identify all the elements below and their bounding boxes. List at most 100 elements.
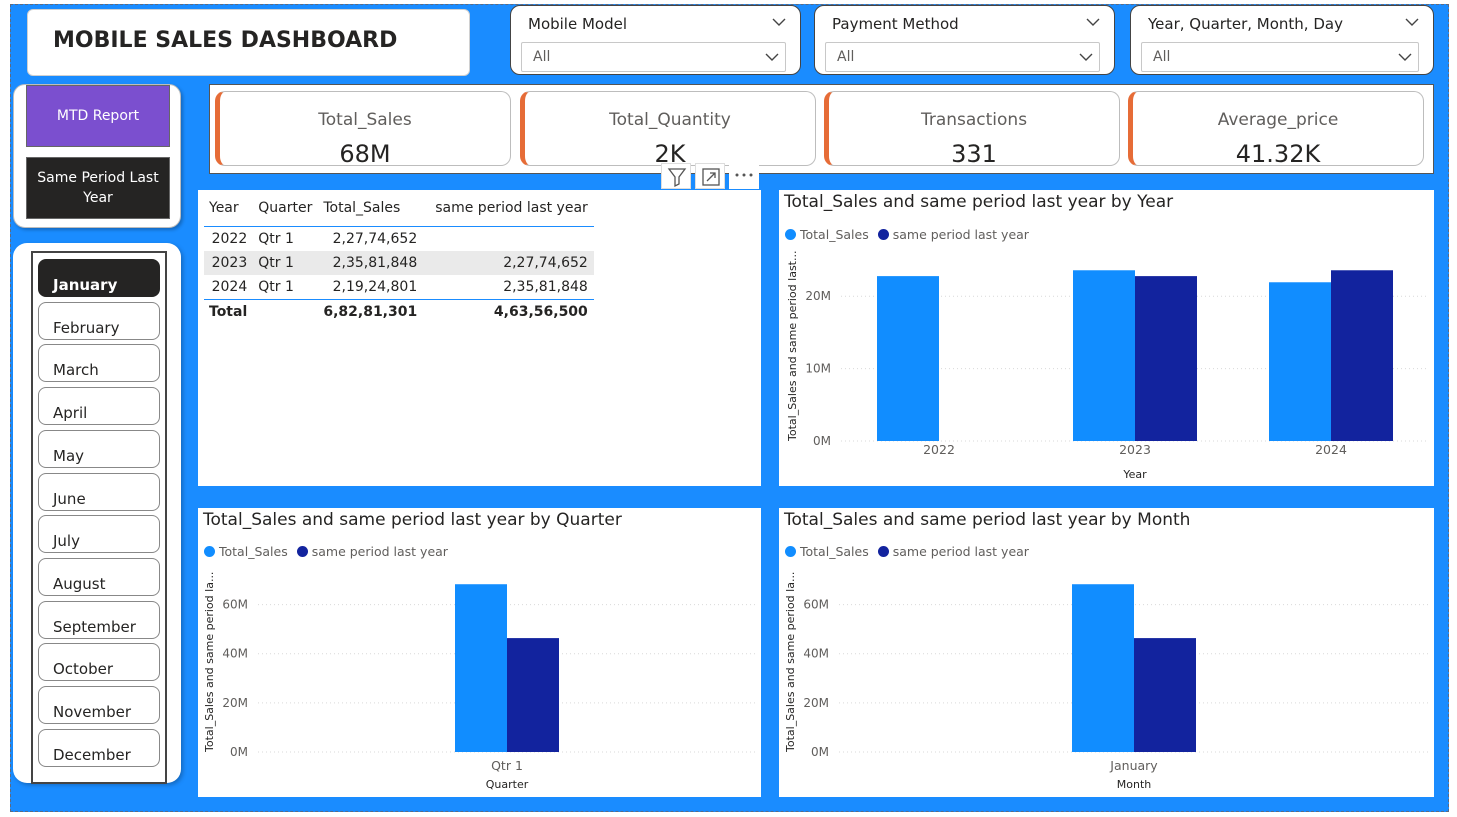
year-bar-chart: 0M 10M 20M Total_Sales and same period last… [786,251,1429,481]
table-row: 2024 Qtr 1 2,19,24,801 2,35,81,848 [204,275,594,300]
chevron-down-icon[interactable] [1086,15,1100,29]
mobile-model-slicer[interactable]: Mobile Model All [510,5,801,75]
chevron-down-icon[interactable] [772,15,786,29]
payment-method-slicer[interactable]: Payment Method All [814,5,1115,75]
table-cell: 2,27,74,652 [332,231,418,247]
focus-mode-icon[interactable] [695,163,725,189]
x-tick-label: 2024 [1315,442,1347,457]
month-option-january[interactable]: January [38,259,160,297]
month-option-may[interactable]: May [38,429,160,468]
table-cell: 2023 [204,251,254,275]
column-header[interactable]: same period last year [423,195,594,227]
mobile-model-dropdown[interactable]: All [521,42,786,72]
month-option-august[interactable]: August [38,557,160,596]
y-axis-title: Total_Sales and same period la... [784,572,797,753]
sales-table: Year Quarter Total_Sales same period las… [204,195,594,324]
x-axis-title: Quarter [486,778,529,791]
x-tick-label: January [1109,758,1158,773]
chart-by-month-panel[interactable]: Total_Sales and same period last year by… [779,508,1434,797]
kpi-label: Total_Sales [318,110,412,130]
chevron-down-icon[interactable] [1079,50,1093,64]
y-tick-label: 60M [222,598,248,612]
slicer-value: All [533,49,551,65]
y-tick-label: 10M [805,362,831,376]
table-cell: 2,35,81,848 [503,279,588,295]
same-period-last-year-button[interactable]: Same Period Last Year [26,157,170,219]
visual-header-toolbar [661,163,760,189]
month-option-october[interactable]: October [38,643,160,682]
chart-by-quarter-panel[interactable]: Total_Sales and same period last year by… [198,508,761,797]
slicer-header: Year, Quarter, Month, Day [1148,15,1343,33]
kpi-card-average-price: Average_price 41.32K [1128,91,1424,168]
table-cell: 2,19,24,801 [332,279,418,295]
column-header[interactable]: Total_Sales [318,195,424,227]
table-cell [423,227,594,252]
y-axis-title: Total_Sales and same period la... [203,572,216,753]
slicer-header: Payment Method [832,15,959,33]
bar-total-sales-2022 [877,276,939,441]
month-option-june[interactable]: June [38,472,160,511]
bar-same-period-last-year-2023 [1135,276,1197,441]
y-tick-label: 40M [803,647,829,661]
more-options-icon[interactable] [729,163,759,189]
table-row: 2023 Qtr 1 2,35,81,848 2,27,74,652 [204,251,594,275]
table-total-row: Total 6,82,81,301 4,63,56,500 [204,299,594,324]
kpi-row: Total_Sales 68M Total_Quantity 2K Transa… [209,84,1434,174]
month-slicer: January February March April May June July Augu… [31,251,167,784]
column-header[interactable]: Year [204,195,254,227]
month-option-december[interactable]: December [38,728,160,767]
slicer-value: All [1153,49,1171,65]
table-cell: Qtr 1 [258,279,294,295]
table-cell: 4,63,56,500 [423,299,594,324]
kpi-card-total-quantity: Total_Quantity 2K [520,91,816,168]
date-hierarchy-dropdown[interactable]: All [1141,42,1419,72]
quarter-bar-chart: 0M 20M 40M 60M Total_Sales and same period l… [203,572,756,791]
month-option-september[interactable]: September [38,600,160,639]
table-cell: 2022 [211,231,248,247]
chevron-down-icon[interactable] [765,50,779,64]
chevron-down-icon[interactable] [1398,50,1412,64]
chevron-down-icon[interactable] [1405,15,1419,29]
table-cell: Qtr 1 [258,231,294,247]
chart-by-year-panel[interactable]: Total_Sales and same period last year by… [779,190,1434,486]
table-cell [253,299,319,324]
x-tick-label: 2022 [923,442,955,457]
table-cell: Qtr 1 [253,251,319,275]
kpi-label: Transactions [920,110,1028,130]
column-header[interactable]: Quarter [253,195,319,227]
kpi-card-transactions: Transactions 331 [824,91,1120,168]
kpi-label: Total_Quantity [609,110,731,130]
y-axis-title: Total_Sales and same period last... [786,251,799,442]
x-axis-title: Year [1122,468,1147,481]
y-tick-label: 0M [811,745,829,759]
bar-total-sales-2023 [1073,270,1135,441]
y-tick-label: 20M [222,696,248,710]
x-tick-label: Qtr 1 [491,758,523,773]
report-nav-panel: MTD Report Same Period Last Year [13,84,181,228]
payment-method-dropdown[interactable]: All [825,42,1100,72]
table-cell: 2,35,81,848 [318,251,424,275]
mtd-report-button[interactable]: MTD Report [26,85,170,147]
month-option-march[interactable]: March [38,344,160,383]
month-option-july[interactable]: July [38,515,160,554]
bar-total-sales-2024 [1269,282,1331,441]
kpi-card-total-sales: Total_Sales 68M [215,91,511,168]
bar-total-sales-qtr-1 [455,584,507,752]
table-row: 2022 Qtr 1 2,27,74,652 [204,227,594,252]
kpi-value: 41.32K [1235,140,1321,168]
table-cell: Total [204,299,254,324]
y-tick-label: 0M [813,434,831,448]
month-option-february[interactable]: February [38,301,160,340]
kpi-label: Average_price [1217,110,1339,130]
bar-total-sales-january [1072,584,1134,752]
y-tick-label: 40M [222,647,248,661]
y-tick-label: 0M [230,745,248,759]
x-axis-title: Month [1117,778,1152,791]
dashboard-title-card: MOBILE SALES DASHBOARD [27,9,470,76]
month-option-april[interactable]: April [38,387,160,426]
date-hierarchy-slicer[interactable]: Year, Quarter, Month, Day All [1130,5,1434,75]
table-cell: 2,27,74,652 [423,251,594,275]
month-option-november[interactable]: November [38,686,160,724]
y-tick-label: 20M [805,289,831,303]
filter-icon[interactable] [661,163,691,189]
